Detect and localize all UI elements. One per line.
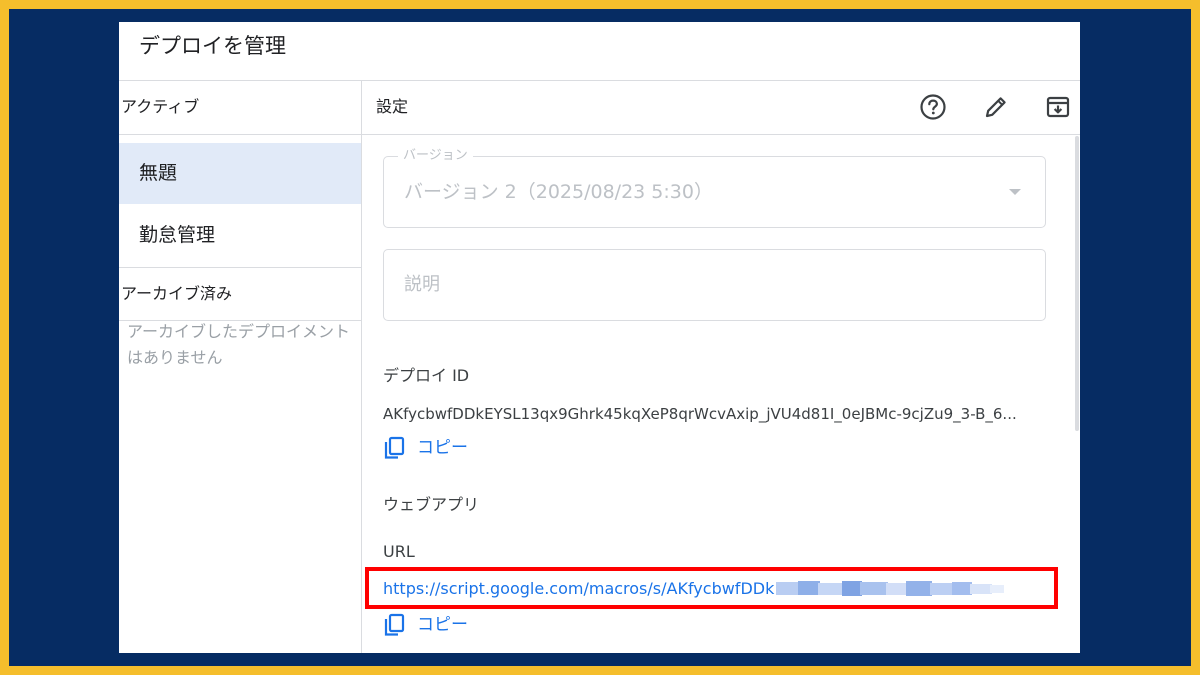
settings-scrollbar[interactable] (1075, 136, 1079, 431)
sidebar-item-untitled[interactable]: 無題 (119, 143, 361, 204)
archive-icon[interactable] (1043, 92, 1073, 122)
copy-url-label: コピー (417, 615, 468, 635)
description-placeholder: 説明 (404, 274, 440, 295)
manage-deployments-dialog: デプロイを管理 アクティブ 無題 勤怠管理 アーカイブ済み アーカイブしたデプロ… (119, 22, 1080, 653)
copy-icon (384, 436, 405, 459)
deploy-id-label: デプロイ ID (383, 366, 470, 385)
archived-heading: アーカイブ済み (121, 284, 233, 303)
deploy-id-value: AKfycbwfDDkEYSL13qx9Ghrk45kqXeP8qrWcvAxi… (383, 405, 1017, 423)
sidebar-section-divider (119, 267, 361, 268)
settings-heading: 設定 (376, 97, 409, 116)
web-app-heading: ウェブアプリ (383, 495, 480, 514)
copy-deploy-id-button[interactable]: コピー (383, 435, 468, 461)
dropdown-arrow-icon (1009, 189, 1021, 195)
sidebar-header-divider (119, 134, 361, 135)
url-label: URL (383, 542, 415, 561)
archived-empty-message: アーカイブしたデプロイメントはありません (127, 322, 351, 367)
sidebar-item-attendance[interactable]: 勤怠管理 (119, 205, 361, 266)
copy-icon (384, 613, 405, 636)
description-input[interactable]: 説明 (383, 249, 1046, 321)
copy-url-button[interactable]: コピー (383, 612, 468, 638)
version-value: バージョン 2（2025/08/23 5:30） (404, 181, 713, 203)
redacted-url-mosaic (776, 581, 1004, 596)
web-app-url-link[interactable]: https://script.google.com/macros/s/AKfyc… (383, 578, 774, 600)
copy-deploy-id-label: コピー (417, 438, 468, 458)
help-icon[interactable] (918, 92, 948, 122)
edit-icon[interactable] (981, 92, 1011, 122)
version-select[interactable]: バージョン バージョン 2（2025/08/23 5:30） (383, 147, 1046, 228)
settings-header-divider (362, 134, 1080, 135)
dialog-title: デプロイを管理 (139, 34, 286, 58)
sidebar-divider (361, 81, 362, 653)
title-divider (119, 80, 1080, 81)
version-legend: バージョン (398, 147, 473, 165)
active-heading: アクティブ (121, 97, 200, 116)
